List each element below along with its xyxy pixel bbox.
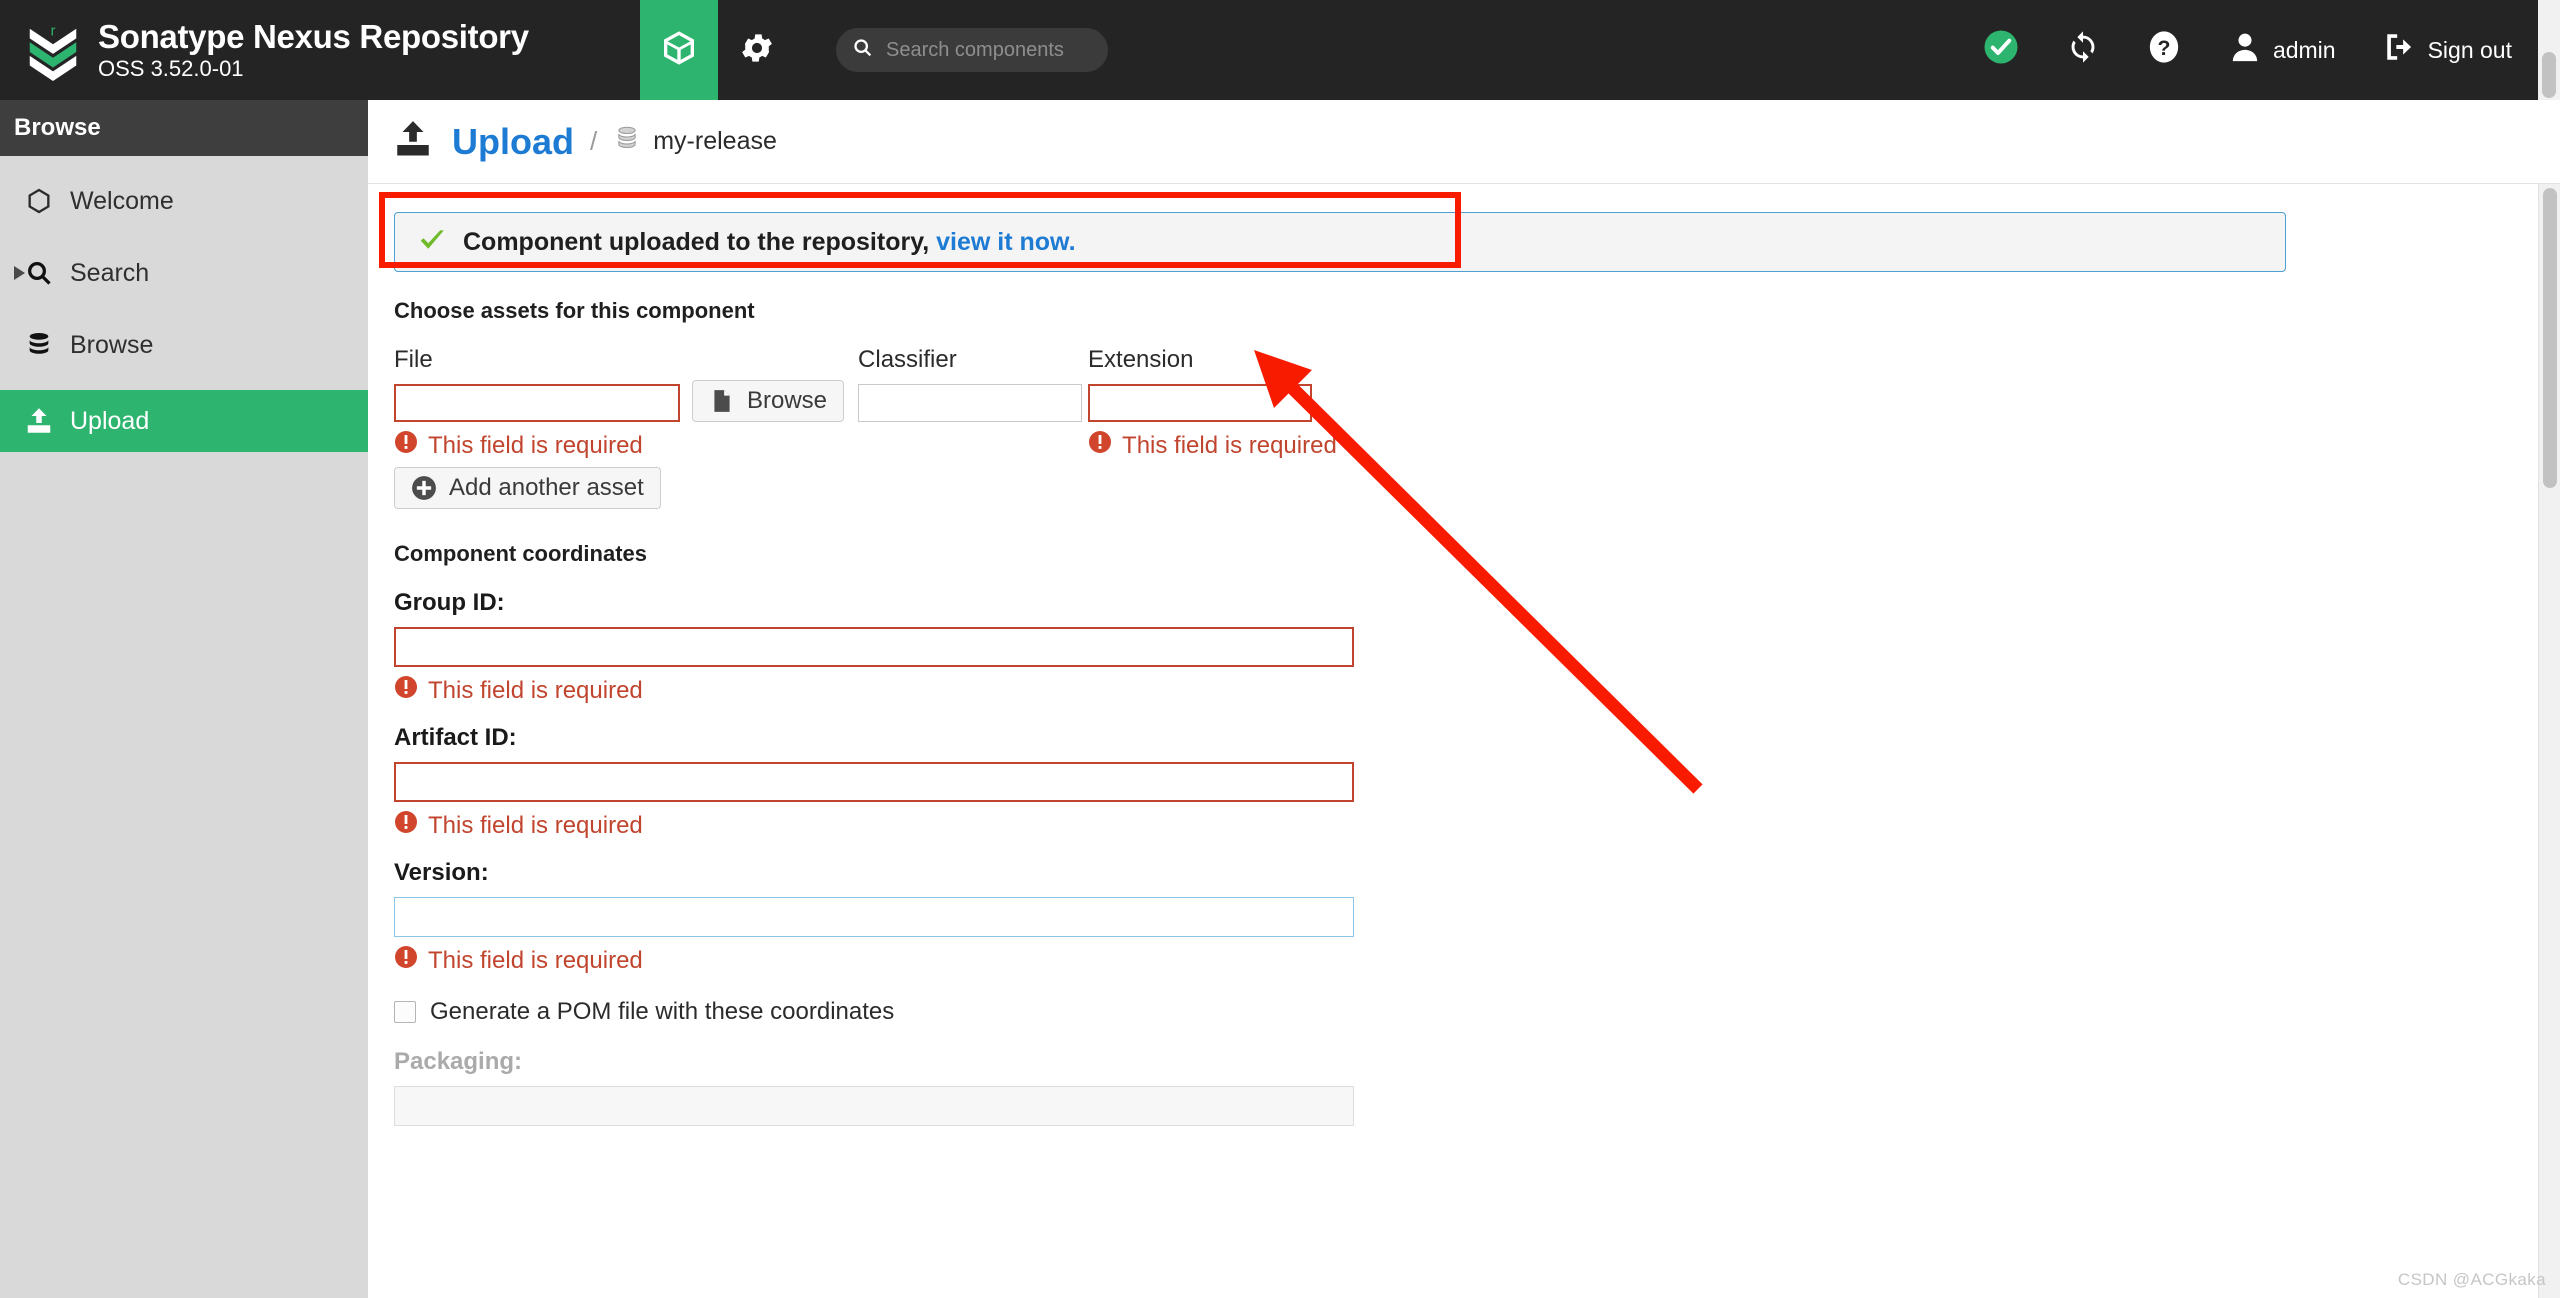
error-text: This field is required <box>428 676 643 704</box>
artifact-id-input[interactable] <box>394 762 1354 802</box>
main-panel: Upload / my-release Component uploaded t… <box>368 100 2560 1298</box>
generate-pom-label: Generate a POM file with these coordinat… <box>430 998 895 1025</box>
main-scrollbar-track[interactable] <box>2538 184 2560 1298</box>
classifier-label: Classifier <box>858 346 957 373</box>
sidebar-item-upload[interactable]: Upload <box>0 390 368 452</box>
exclamation-circle-icon <box>1088 430 1112 461</box>
search-input[interactable] <box>884 37 1153 63</box>
alert-message: Component uploaded to the repository, <box>463 227 930 256</box>
svg-text:?: ? <box>2157 36 2170 60</box>
sidebar-title: Browse <box>0 100 368 156</box>
header-scrollbar-thumb[interactable] <box>2542 52 2556 98</box>
sidebar-item-search[interactable]: Search <box>0 246 368 300</box>
extension-input[interactable] <box>1088 384 1313 422</box>
help-question-icon: ? <box>2147 30 2181 70</box>
upload-icon <box>392 118 434 165</box>
error-text: This field is required <box>428 811 643 839</box>
upload-form: Component uploaded to the repository, vi… <box>368 184 2560 1297</box>
main-scrollbar-thumb[interactable] <box>2543 188 2557 488</box>
sidebar: Browse Welcome Search Browse Upload <box>0 100 368 1298</box>
generate-pom-checkbox[interactable] <box>394 1001 416 1023</box>
app-version: OSS 3.52.0-01 <box>98 56 244 82</box>
assets-section-title: Choose assets for this component <box>394 298 755 323</box>
nexus-chevron-logo-icon: r <box>22 19 84 81</box>
global-search-box[interactable] <box>836 28 1153 72</box>
sidebar-item-label: Welcome <box>70 186 174 215</box>
green-check-icon <box>417 225 447 260</box>
classifier-input[interactable] <box>858 384 1083 422</box>
packaging-label: Packaging: <box>394 1048 523 1075</box>
header-scrollbar-track[interactable] <box>2538 0 2560 100</box>
breadcrumb: Upload / my-release <box>368 100 2560 184</box>
app-header: r Sonatype Nexus Repository OSS 3.52.0-0… <box>0 0 2560 100</box>
file-document-icon <box>709 388 735 414</box>
browse-cube-button[interactable] <box>640 0 718 100</box>
view-it-now-link[interactable]: view it now. <box>936 228 1075 256</box>
sidebar-item-label: Search <box>70 258 150 287</box>
exclamation-circle-icon <box>394 945 418 976</box>
plus-circle-icon <box>411 475 437 501</box>
version-error-message: This field is required <box>394 945 2534 976</box>
extension-error-message: This field is required <box>1088 430 1337 461</box>
sign-out-button[interactable]: Sign out <box>2354 0 2530 100</box>
version-label: Version: <box>394 859 489 886</box>
gear-icon <box>738 29 776 72</box>
artifact-id-error-message: This field is required <box>394 810 2534 841</box>
browse-label: Browse <box>747 387 828 414</box>
sidebar-item-label: Upload <box>70 406 150 435</box>
exclamation-circle-icon <box>394 810 418 841</box>
sidebar-item-browse[interactable]: Browse <box>0 318 368 372</box>
breadcrumb-repository[interactable]: my-release <box>653 127 777 156</box>
database-icon <box>22 331 56 359</box>
breadcrumb-title[interactable]: Upload <box>452 121 574 163</box>
error-text: This field is required <box>428 431 643 459</box>
cube-icon <box>659 28 699 73</box>
sign-out-label: Sign out <box>2427 36 2512 63</box>
version-input[interactable] <box>394 897 1354 937</box>
group-id-error-message: This field is required <box>394 675 2534 706</box>
system-status-button[interactable] <box>1954 0 2037 100</box>
group-id-label: Group ID: <box>394 589 505 616</box>
app-title: Sonatype Nexus Repository <box>98 17 529 55</box>
upload-icon <box>22 406 56 436</box>
green-check-circle-icon <box>1983 29 2019 71</box>
help-button[interactable]: ? <box>2118 0 2199 100</box>
hexagon-icon <box>22 187 56 215</box>
packaging-input[interactable] <box>394 1086 1354 1126</box>
file-label: File <box>394 346 433 373</box>
success-alert: Component uploaded to the repository, vi… <box>394 212 2286 272</box>
refresh-sync-icon <box>2066 30 2100 70</box>
user-name-label: admin <box>2272 36 2336 63</box>
database-icon <box>613 125 641 158</box>
breadcrumb-separator: / <box>590 126 598 156</box>
add-another-asset-label: Add another asset <box>449 474 644 501</box>
extension-label: Extension <box>1088 346 1194 373</box>
file-error-message: This field is required <box>394 430 680 461</box>
exclamation-circle-icon <box>394 430 418 461</box>
brand-block[interactable]: r Sonatype Nexus Repository OSS 3.52.0-0… <box>0 0 640 100</box>
error-text: This field is required <box>1122 431 1337 459</box>
coordinates-section-title: Component coordinates <box>394 541 648 566</box>
user-avatar-icon <box>2228 30 2262 70</box>
chevron-right-icon[interactable] <box>14 266 25 280</box>
sidebar-item-label: Browse <box>70 330 154 359</box>
svg-text:r: r <box>51 23 56 39</box>
add-another-asset-button[interactable]: Add another asset <box>394 467 661 509</box>
sidebar-item-welcome[interactable]: Welcome <box>0 174 368 228</box>
admin-settings-button[interactable] <box>718 0 796 100</box>
user-menu-button[interactable]: admin <box>2199 0 2354 100</box>
error-text: This field is required <box>428 946 643 974</box>
search-icon <box>22 259 56 287</box>
generate-pom-row[interactable]: Generate a POM file with these coordinat… <box>394 998 2534 1026</box>
exclamation-circle-icon <box>394 675 418 706</box>
artifact-id-label: Artifact ID: <box>394 724 517 751</box>
group-id-input[interactable] <box>394 627 1354 667</box>
watermark: CSDN @ACGkaka <box>2397 1270 2546 1289</box>
sign-out-icon <box>2383 30 2417 70</box>
search-icon <box>852 37 873 63</box>
file-input[interactable] <box>394 384 680 422</box>
refresh-button[interactable] <box>2037 0 2118 100</box>
browse-file-button[interactable]: Browse <box>692 380 845 422</box>
